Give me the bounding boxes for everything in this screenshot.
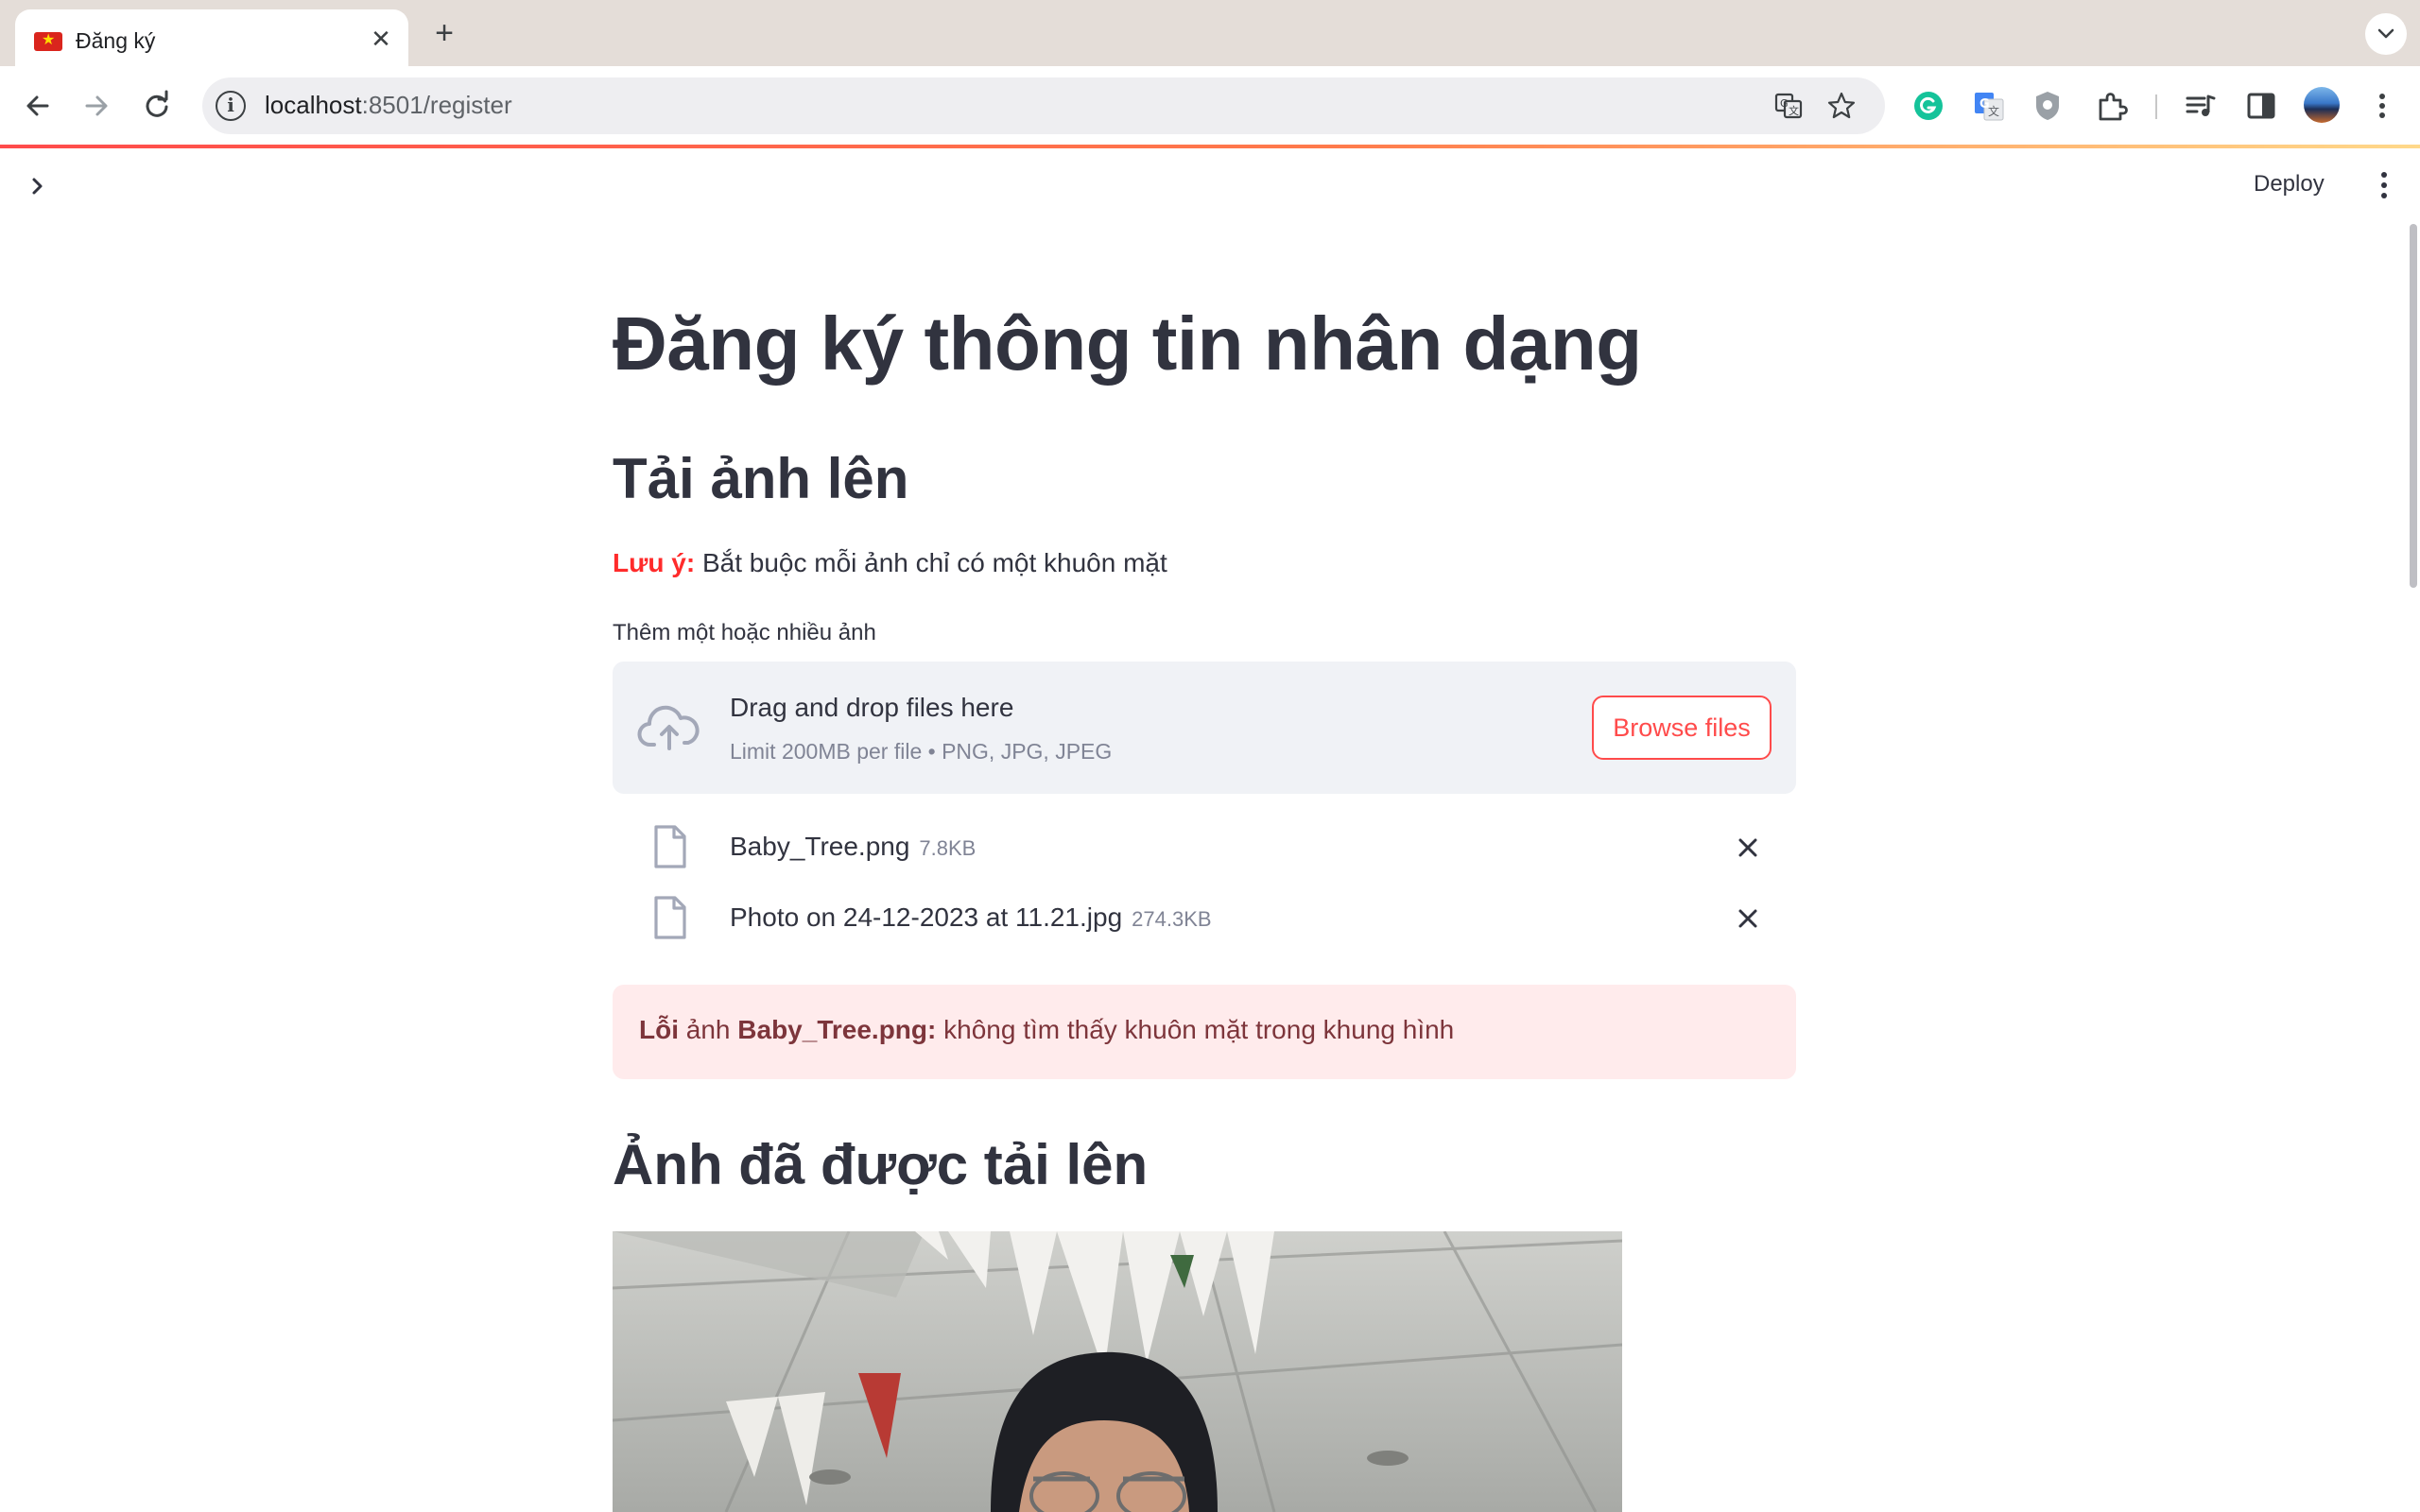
queue-music-icon — [2186, 94, 2216, 116]
uploaded-file-row: Photo on 24-12-2023 at 11.21.jpg 274.3KB — [613, 889, 1796, 946]
media-control-icon[interactable] — [2182, 87, 2220, 125]
page-scrollbar[interactable] — [2410, 224, 2417, 588]
uploaded-file-row: Baby_Tree.png 7.8KB — [613, 818, 1796, 875]
uploader-label: Thêm một hoặc nhiều ảnh — [613, 620, 876, 645]
browser-tab[interactable]: Đăng ký ✕ — [15, 9, 408, 66]
deploy-button[interactable]: Deploy — [2254, 171, 2325, 198]
svg-text:文: 文 — [1789, 104, 1799, 117]
uploaded-photo-image — [613, 1231, 1622, 1512]
app-header: Deploy — [0, 148, 2420, 226]
shield-icon-glyph — [2036, 92, 2059, 120]
kebab-menu-icon — [2379, 94, 2385, 118]
page-title: Đăng ký thông tin nhân dạng — [613, 301, 1642, 386]
svg-text:G: G — [1780, 97, 1789, 110]
extensions-icon[interactable] — [2093, 87, 2131, 125]
upload-section-title: Tải ảnh lên — [613, 447, 909, 510]
browser-toolbar: i localhost:8501/register G文 G文 — [0, 66, 2420, 146]
forward-button[interactable] — [78, 87, 115, 125]
note-text: Lưu ý: Bắt buộc mỗi ảnh chỉ có một khuôn… — [613, 548, 1167, 578]
note-label: Lưu ý: — [613, 548, 696, 577]
file-size: 274.3KB — [1132, 907, 1212, 931]
profile-avatar[interactable] — [2304, 87, 2340, 123]
reload-button[interactable] — [138, 87, 176, 125]
browser-tab-strip: Đăng ký ✕ + — [0, 0, 2420, 66]
side-panel-icon[interactable] — [2242, 87, 2280, 125]
translate-icon[interactable]: G文 — [1773, 91, 1804, 121]
note-body: Bắt buộc mỗi ảnh chỉ có một khuôn mặt — [695, 548, 1167, 577]
url-path: :8501/register — [361, 91, 512, 119]
error-prefix: Lỗi — [639, 1015, 679, 1044]
url-host: localhost — [265, 91, 362, 119]
arrow-left-icon — [26, 95, 49, 116]
file-dropzone[interactable]: Drag and drop files here Limit 200MB per… — [613, 662, 1796, 794]
reload-icon — [146, 90, 168, 117]
uploaded-photo — [613, 1231, 1622, 1512]
chevron-right-icon[interactable] — [23, 171, 53, 201]
file-icon — [654, 825, 686, 868]
error-message: Lỗi ảnh Baby_Tree.png: không tìm thấy kh… — [639, 1015, 1454, 1045]
file-size: 7.8KB — [919, 836, 977, 860]
error-prefix-rest: ảnh — [679, 1015, 738, 1044]
dropzone-limit: Limit 200MB per file • PNG, JPG, JPEG — [730, 739, 1113, 764]
back-button[interactable] — [19, 87, 57, 125]
file-name-text: Baby_Tree.png — [730, 832, 910, 861]
vietnam-flag-icon — [34, 29, 62, 52]
close-icon[interactable] — [1734, 833, 1762, 862]
uploaded-section-title: Ảnh đã được tải lên — [613, 1133, 1149, 1196]
arrow-right-icon — [85, 95, 108, 116]
toolbar-separator — [2155, 94, 2157, 119]
file-icon — [654, 896, 686, 939]
tab-title: Đăng ký — [76, 28, 156, 53]
file-name: Photo on 24-12-2023 at 11.21.jpg 274.3KB — [730, 902, 1212, 933]
info-icon[interactable]: i — [216, 91, 246, 121]
tab-search-button[interactable] — [2365, 13, 2407, 55]
dropzone-title: Drag and drop files here — [730, 693, 1014, 722]
chevron-down-icon — [2377, 28, 2394, 39]
browse-files-button[interactable]: Browse files — [1592, 696, 1772, 760]
close-icon[interactable] — [1734, 904, 1762, 933]
shield-icon[interactable] — [2029, 87, 2066, 125]
svg-text:文: 文 — [1988, 104, 1999, 118]
grammarly-icon[interactable] — [1910, 87, 1947, 125]
star-icon[interactable] — [1826, 91, 1857, 121]
tab-close-icon[interactable]: ✕ — [367, 25, 395, 53]
file-name: Baby_Tree.png 7.8KB — [730, 832, 976, 862]
error-alert: Lỗi ảnh Baby_Tree.png: không tìm thấy kh… — [613, 985, 1796, 1079]
error-detail: không tìm thấy khuôn mặt trong khung hìn… — [936, 1015, 1455, 1044]
file-name-text: Photo on 24-12-2023 at 11.21.jpg — [730, 902, 1123, 932]
grammarly-icon-glyph — [1914, 92, 1943, 120]
address-bar[interactable]: i localhost:8501/register G文 — [202, 77, 1885, 134]
google-translate-icon-glyph: G文 — [1975, 93, 2004, 121]
url-text[interactable]: localhost:8501/register — [265, 91, 512, 120]
cloud-upload-icon — [637, 705, 700, 750]
puzzle-icon — [2099, 93, 2128, 121]
app-menu-icon[interactable] — [2373, 167, 2395, 205]
side-panel-glyph — [2247, 93, 2275, 119]
browser-menu-icon[interactable] — [2363, 87, 2401, 125]
error-file: Baby_Tree.png: — [737, 1015, 937, 1044]
google-translate-icon[interactable]: G文 — [1970, 87, 2008, 125]
new-tab-icon[interactable]: + — [427, 17, 461, 51]
